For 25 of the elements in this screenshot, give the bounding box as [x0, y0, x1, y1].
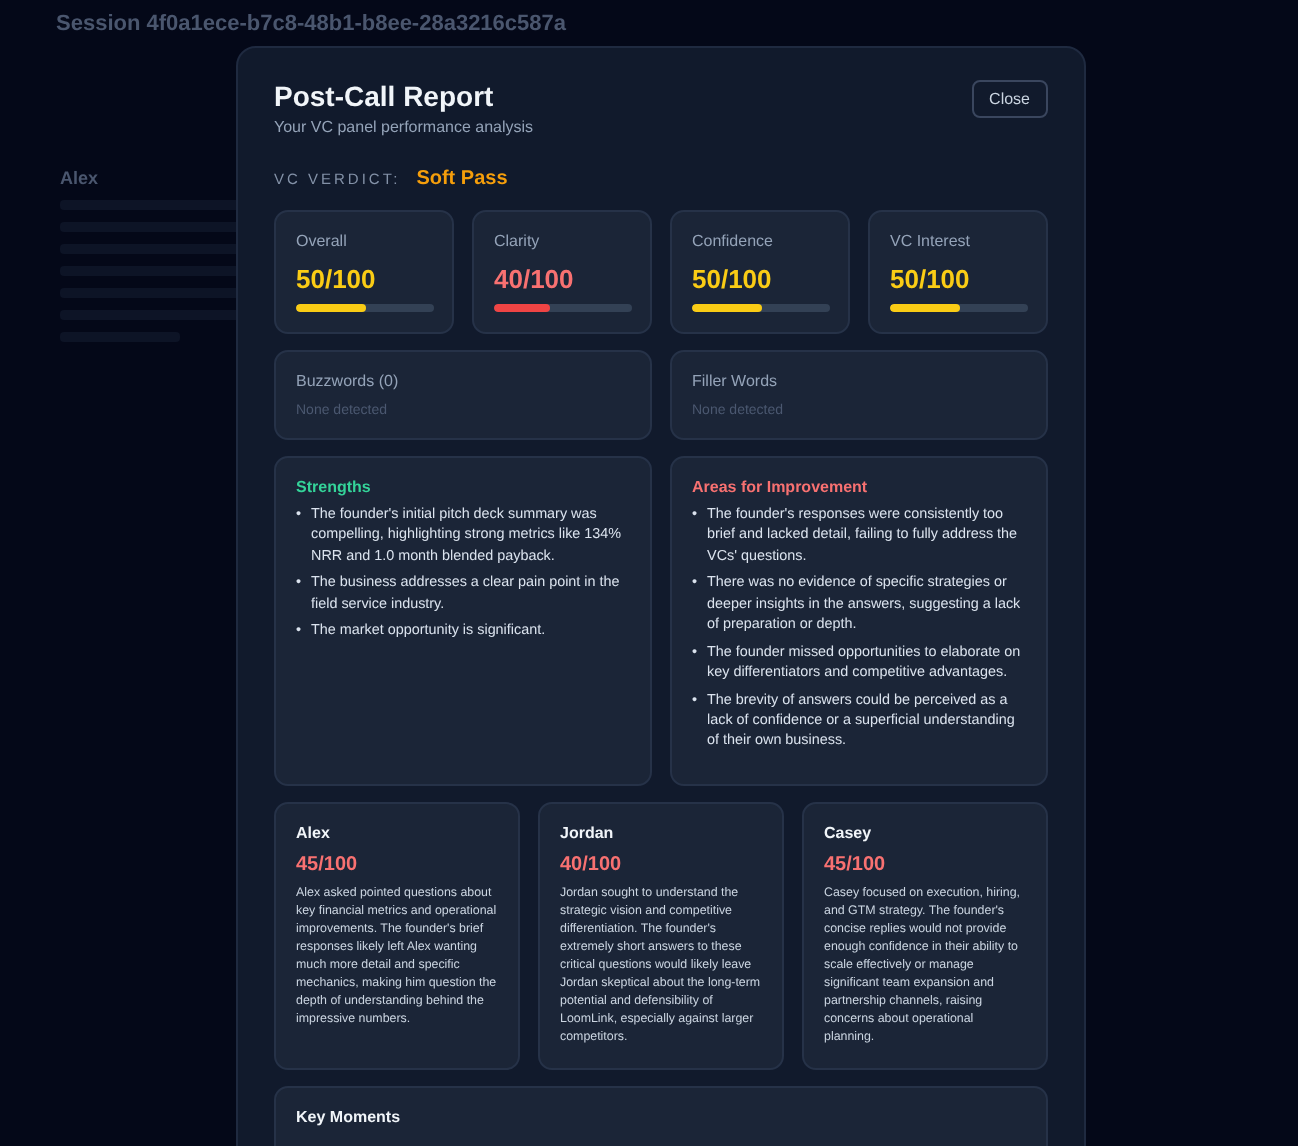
word-check-label: Filler Words — [692, 372, 780, 390]
panelist-name: Jordan — [560, 824, 616, 842]
session-title: Session 4f0a1ece-b7c8-48b1-b8ee-28a3216c587a — [56, 12, 567, 36]
panelist-name: Casey — [824, 824, 874, 842]
modal-subtitle: Your VC panel performance analysis — [274, 118, 534, 136]
metric-score: 40/100 — [494, 264, 576, 294]
verdict-value: Soft Pass — [416, 168, 508, 190]
modal-title: Post-Call Report — [274, 80, 496, 112]
panelist-name: Alex — [296, 824, 332, 842]
word-check-label: Buzzwords (0) — [296, 372, 401, 390]
panelist-score: 45/100 — [824, 854, 888, 876]
key-moments-title: Key Moments — [296, 1107, 403, 1126]
metric-label: VC Interest — [890, 232, 973, 250]
strengths-title: Strengths — [296, 478, 373, 496]
metric-label: Overall — [296, 232, 349, 250]
metric-score: 50/100 — [890, 264, 972, 294]
metric-score: 50/100 — [692, 264, 774, 294]
close-button[interactable]: Close — [971, 80, 1048, 118]
metric-label: Confidence — [692, 232, 775, 250]
improvements-title: Areas for Improvement — [692, 478, 870, 496]
metric-label: Clarity — [494, 232, 542, 250]
panelist-score: 45/100 — [296, 854, 360, 876]
panelist-score: 40/100 — [560, 854, 624, 876]
section-heading: Alex — [60, 168, 99, 188]
metric-score: 50/100 — [296, 264, 378, 294]
